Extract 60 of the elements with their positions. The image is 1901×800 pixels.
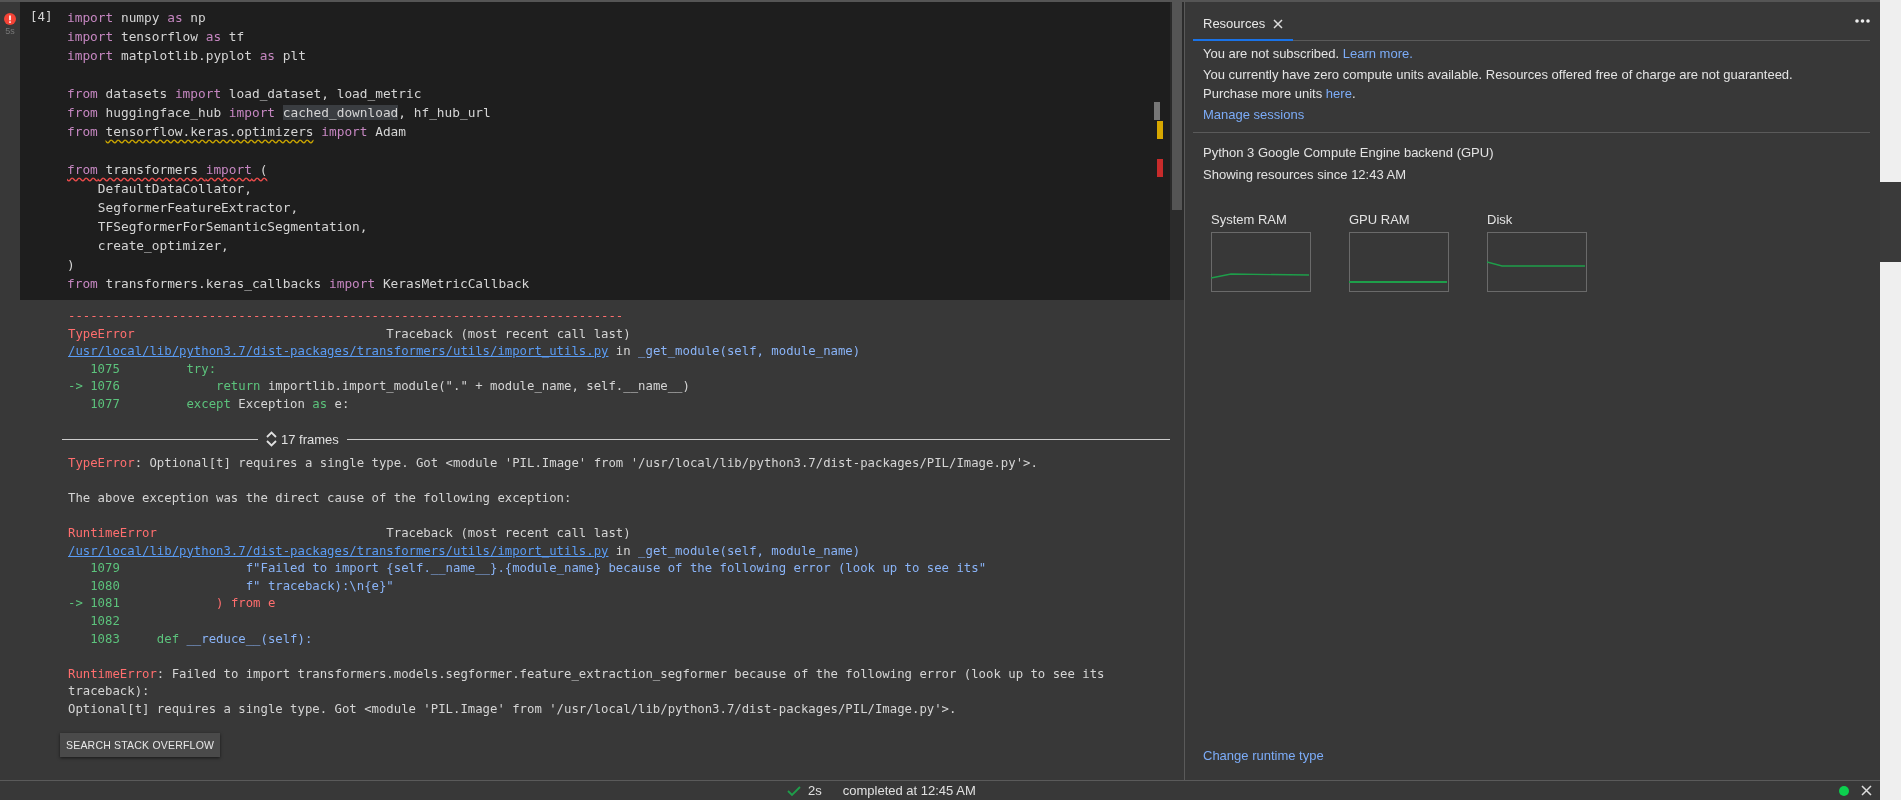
manage-sessions-link[interactable]: Manage sessions bbox=[1203, 105, 1305, 124]
close-icon[interactable] bbox=[1273, 18, 1284, 29]
expand-icon bbox=[266, 431, 277, 448]
chart-label: Disk bbox=[1487, 211, 1514, 229]
close-icon[interactable] bbox=[1861, 785, 1872, 796]
code-line: DefaultDataCollator, bbox=[96, 180, 253, 198]
code-line: import numpy as np bbox=[67, 9, 207, 27]
run-duration: 2s bbox=[808, 783, 822, 798]
backend-text: Python 3 Google Compute Engine backend (GPU) bbox=[1203, 144, 1495, 162]
warning-marker bbox=[1157, 121, 1163, 139]
info-text: You currently have zero compute units available. Resources offered free of charge are not guaranteed. Purchase more units here. bbox=[1203, 66, 1794, 103]
output-line: 1082 bbox=[89, 612, 121, 630]
traceback-text: in _get_module(self, module_name) bbox=[614, 344, 861, 359]
code-line: from transformers import ( bbox=[67, 161, 269, 179]
info-text: You are not subscribed. Learn more. bbox=[1203, 45, 1414, 63]
output-line: The above exception was the direct cause of the following exception: bbox=[68, 489, 573, 507]
code-line: from datasets import load_dataset, load_metric bbox=[67, 85, 423, 103]
output-line: Optional[t] requires a single type. Got <module 'PIL.Image' from '/usr/local/lib/python3.7/dist-packages/PIL/Image.py'>. bbox=[68, 700, 958, 718]
output-line: 1083 def __reduce__(self): bbox=[89, 630, 314, 648]
change-runtime-link[interactable]: Change runtime type bbox=[1203, 748, 1324, 763]
text-link[interactable]: here bbox=[1325, 86, 1352, 101]
code-line: import matplotlib.pyplot as plt bbox=[67, 47, 307, 65]
check-icon bbox=[787, 784, 801, 797]
text-link[interactable]: Learn more. bbox=[1342, 46, 1413, 61]
output-line: RuntimeError Traceback (most recent call last) bbox=[68, 524, 632, 542]
code-line: import tensorflow as tf bbox=[67, 28, 246, 46]
file-link[interactable]: /usr/local/lib/python3.7/dist-packages/transformers/utils/import_utils.py bbox=[68, 543, 609, 558]
file-link[interactable]: /usr/local/lib/python3.7/dist-packages/transformers/utils/import_utils.py bbox=[68, 344, 609, 359]
scroll-marker bbox=[1154, 102, 1160, 120]
status-dot-icon bbox=[1839, 785, 1849, 796]
panel-tab[interactable]: Resources bbox=[1193, 16, 1294, 41]
output-line: 1079 f"Failed to import {self.__name__}.{module_name} because of the following error (look up to see its" bbox=[89, 560, 988, 578]
code-line: ) bbox=[67, 256, 76, 274]
error-icon bbox=[4, 13, 16, 25]
error-marker bbox=[1157, 159, 1163, 177]
output-line: 1075 try: bbox=[89, 360, 218, 378]
more-icon[interactable] bbox=[1855, 19, 1870, 23]
frames-toggle[interactable]: 17 frames bbox=[264, 431, 341, 448]
output-line: --------------------------------------------------------------------------- bbox=[68, 308, 625, 325]
output-line: TypeError Traceback (most recent call last) bbox=[68, 325, 632, 343]
chart-label: GPU RAM bbox=[1349, 211, 1411, 229]
output-line: RuntimeError: Failed to import transformers.models.segformer.feature_extraction_segformer because of the following error (look up to see its traceback): bbox=[68, 665, 1106, 701]
traceback-text: in _get_module(self, module_name) bbox=[614, 543, 861, 558]
output-line: TypeError: Optional[t] requires a single type. Got <module 'PIL.Image' from '/usr/local/lib/python3.7/dist-packages/PIL/Image.py'>. bbox=[68, 454, 1039, 472]
execution-count: [4] bbox=[29, 8, 54, 26]
output-line: 1077 except Exception as e: bbox=[89, 395, 351, 413]
run-duration: 5s bbox=[5, 26, 15, 36]
code-line: SegformerFeatureExtractor, bbox=[96, 199, 300, 217]
code-line: from transformers.keras_callbacks import KerasMetricCallback bbox=[67, 275, 530, 293]
code-line: TFSegformerForSemanticSegmentation, bbox=[96, 218, 369, 236]
code-line: from tensorflow.keras.optimizers import Adam bbox=[67, 123, 408, 141]
output-line: -> 1081 ) from e bbox=[68, 595, 277, 613]
code-line: create_optimizer, bbox=[96, 237, 230, 255]
code-line: from huggingface_hub import cached_download, hf_hub_url bbox=[67, 104, 492, 122]
status-message: completed at 12:45 AM bbox=[842, 783, 976, 798]
chart-label: System RAM bbox=[1211, 211, 1288, 229]
output-line: -> 1076 return importlib.import_module("." + module_name, self.__name__) bbox=[68, 378, 691, 396]
since-text: Showing resources since 12:43 AM bbox=[1203, 166, 1408, 184]
search-button[interactable]: SEARCH STACK OVERFLOW bbox=[60, 733, 221, 758]
output-line: 1080 f" traceback):\n{e}" bbox=[89, 577, 395, 595]
